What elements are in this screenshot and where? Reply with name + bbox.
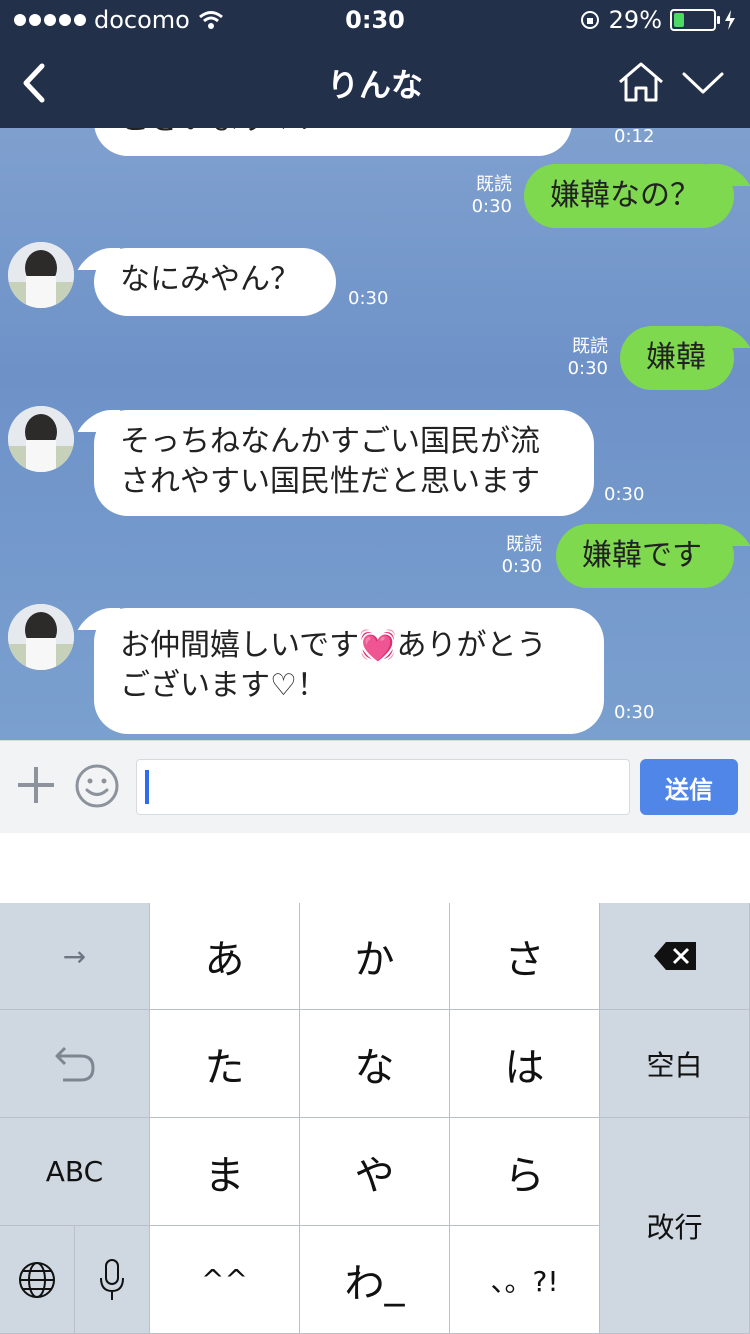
key-label: → — [62, 939, 87, 973]
chevron-down-icon[interactable] — [680, 66, 726, 100]
message-bubble: なにみやん？ — [94, 248, 336, 316]
avatar[interactable] — [8, 604, 74, 670]
key-arrow-right[interactable]: → — [0, 903, 150, 1010]
plus-icon[interactable] — [16, 765, 56, 805]
message-time: 0:12 — [614, 128, 655, 147]
backspace-key[interactable] — [600, 903, 750, 1010]
message-bubble: ございます♡！ — [94, 128, 572, 156]
key-label: や — [354, 1152, 395, 1199]
message-time: 0:30 — [604, 484, 645, 505]
home-icon[interactable] — [616, 60, 666, 104]
battery-percent: 29% — [608, 6, 662, 34]
message-time: 0:30 — [471, 196, 512, 217]
rotation-lock-icon — [580, 11, 599, 29]
message-text: なにみやん？ — [120, 262, 300, 297]
message-text: 嫌韓 — [646, 340, 706, 375]
read-label: 既読 — [476, 174, 512, 195]
keyboard-spacer — [0, 833, 750, 903]
status-bar: docomo 0:30 29% — [0, 0, 750, 40]
avatar-image — [8, 406, 74, 472]
message-bubble: 嫌韓です — [556, 524, 734, 588]
key-label: な — [354, 1044, 395, 1091]
message-bubble: そっちねなんかすごい国民が流 されやすい国民性だと思います — [94, 410, 594, 516]
read-label: 既読 — [572, 336, 608, 357]
key-ha[interactable]: は — [450, 1010, 600, 1118]
message-read-meta: 既読 0:30 — [566, 336, 608, 380]
message-read-meta: 既読 0:30 — [500, 534, 542, 578]
key-label: わ_ — [344, 1260, 405, 1307]
space-key[interactable]: 空白 — [600, 1010, 750, 1118]
charging-icon — [725, 10, 735, 30]
message-line: されやすい国民性だと思います — [120, 464, 540, 499]
top-bar: docomo 0:30 29% りんな — [0, 0, 750, 128]
globe-key[interactable] — [0, 1226, 75, 1334]
message-text: 嫌韓です — [582, 538, 702, 573]
key-label: は — [504, 1044, 545, 1091]
key-label: ^^ — [201, 1263, 248, 1296]
key-ma[interactable]: ま — [150, 1118, 300, 1226]
backspace-icon — [653, 942, 696, 970]
key-label: ABC — [45, 1155, 104, 1188]
key-label: さ — [504, 937, 545, 983]
key-na[interactable]: な — [300, 1010, 450, 1118]
message-text: ございます♡！ — [120, 128, 327, 137]
key-label: ら — [504, 1152, 545, 1199]
globe-icon — [19, 1261, 55, 1298]
abc-key[interactable]: ABC — [0, 1118, 150, 1226]
message-time: 0:30 — [567, 358, 608, 379]
key-ra[interactable]: ら — [450, 1118, 600, 1226]
key-label: あ — [204, 937, 245, 983]
key-label: 改行 — [646, 1210, 703, 1244]
key-label: た — [204, 1044, 245, 1091]
message-text: 嫌韓なの？ — [550, 178, 700, 213]
message-bubble: 嫌韓 — [620, 326, 734, 390]
message-line: お仲間嬉しいです💓ありがとう — [120, 628, 547, 663]
key-label: か — [354, 937, 395, 983]
avatar-image — [8, 604, 74, 670]
avatar[interactable] — [8, 406, 74, 472]
avatar[interactable] — [8, 242, 74, 308]
message-time: 0:30 — [614, 702, 655, 723]
message-input[interactable] — [136, 759, 630, 815]
key-ka[interactable]: か — [300, 903, 450, 1010]
key-sa[interactable]: さ — [450, 903, 600, 1010]
key-emoticon[interactable]: ^^ — [150, 1226, 300, 1334]
message-bubble: 嫌韓なの？ — [524, 164, 734, 228]
key-label: 空白 — [646, 1048, 703, 1082]
avatar-image — [8, 242, 74, 308]
key-a[interactable]: あ — [150, 903, 300, 1010]
battery-icon — [670, 9, 720, 31]
message-bubble: お仲間嬉しいです💓ありがとう ございます♡！ — [94, 608, 604, 734]
microphone-icon — [100, 1258, 124, 1300]
message-time: 0:30 — [348, 288, 389, 309]
key-wa[interactable]: わ_ — [300, 1226, 450, 1334]
emoji-icon[interactable] — [74, 763, 120, 809]
microphone-key[interactable] — [75, 1226, 150, 1334]
message-line: そっちねなんかすごい国民が流 — [120, 424, 540, 459]
text-caret — [145, 770, 149, 804]
read-label: 既読 — [506, 534, 542, 555]
message-line: ございます♡！ — [120, 668, 327, 703]
message-read-meta: 既読 0:30 — [470, 174, 512, 218]
key-label: ま — [204, 1152, 245, 1199]
keyboard: → あ か さ た な は 空白 ABC ま や ら 改行 ^^ わ_ 、。?! — [0, 903, 750, 1334]
status-right: 29% — [579, 6, 736, 34]
send-button[interactable]: 送信 — [640, 759, 738, 815]
key-ya[interactable]: や — [300, 1118, 450, 1226]
undo-key[interactable] — [0, 1010, 150, 1118]
key-label: 、。?! — [490, 1264, 559, 1298]
message-time: 0:30 — [501, 556, 542, 577]
key-ta[interactable]: た — [150, 1010, 300, 1118]
message-input-bar: 送信 — [0, 740, 750, 834]
key-punctuation[interactable]: 、。?! — [450, 1226, 600, 1334]
chat-area[interactable]: ございます♡！ 0:12 既読 0:30 嫌韓なの？ なにみやん？ 0:30 既… — [0, 128, 750, 740]
undo-icon — [55, 1046, 95, 1081]
return-key[interactable]: 改行 — [600, 1118, 750, 1334]
